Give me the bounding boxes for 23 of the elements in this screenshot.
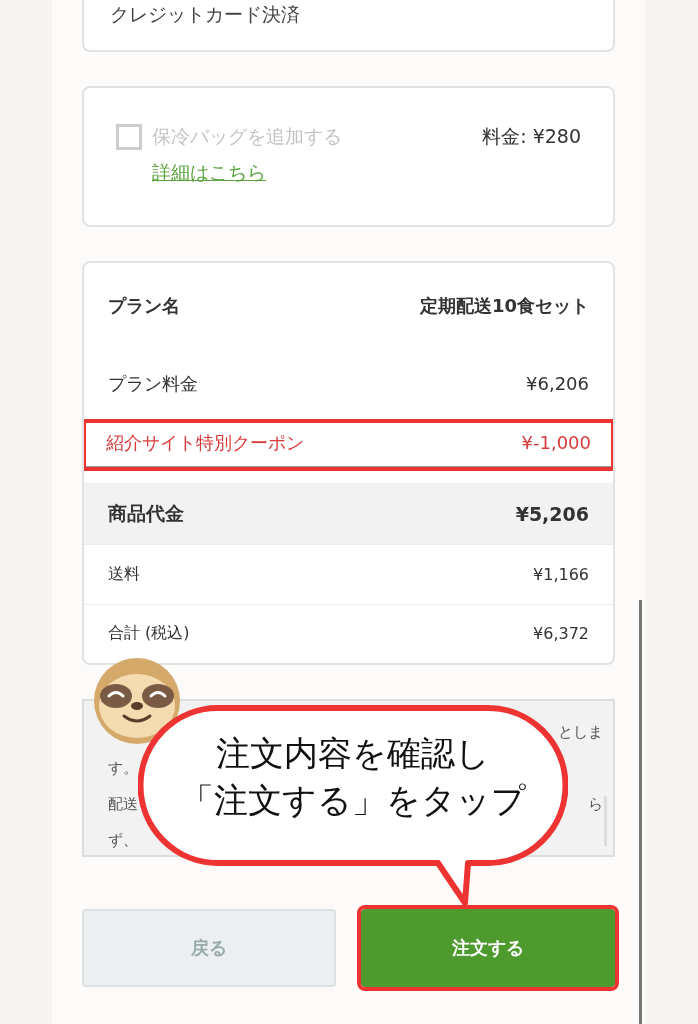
row-label: 送料	[108, 563, 140, 585]
payment-method-text: クレジットカード決済	[110, 3, 300, 25]
row-label: プラン料金	[108, 371, 198, 396]
row-value: 定期配送10食セット	[419, 293, 589, 318]
terms-text: ら	[588, 794, 603, 814]
row-label: 合計 (税込)	[108, 623, 190, 645]
callout-text: 「注文する」をタップ	[180, 779, 526, 821]
row-value: ¥6,206	[526, 373, 589, 395]
row-value: ¥6,372	[533, 624, 589, 644]
price-text: 料金: ¥280	[482, 124, 581, 149]
checkbox-label: 保冷バッグを追加する	[152, 124, 342, 149]
row-value: ¥-1,000	[521, 432, 591, 454]
terms-text: ず、	[108, 830, 138, 850]
callout-text: 注文内容を確認し	[216, 733, 490, 774]
terms-text: としま	[558, 722, 603, 742]
back-button[interactable]: 戻る	[82, 909, 336, 987]
terms-text: 配送	[108, 794, 138, 814]
row-label: 商品代金	[108, 500, 184, 526]
row-value: ¥1,166	[533, 564, 589, 584]
row-label: 紹介サイト特別クーポン	[106, 430, 304, 455]
row-value: ¥5,206	[515, 502, 589, 525]
terms-text: す。	[108, 758, 138, 778]
row-label: プラン名	[108, 293, 180, 318]
